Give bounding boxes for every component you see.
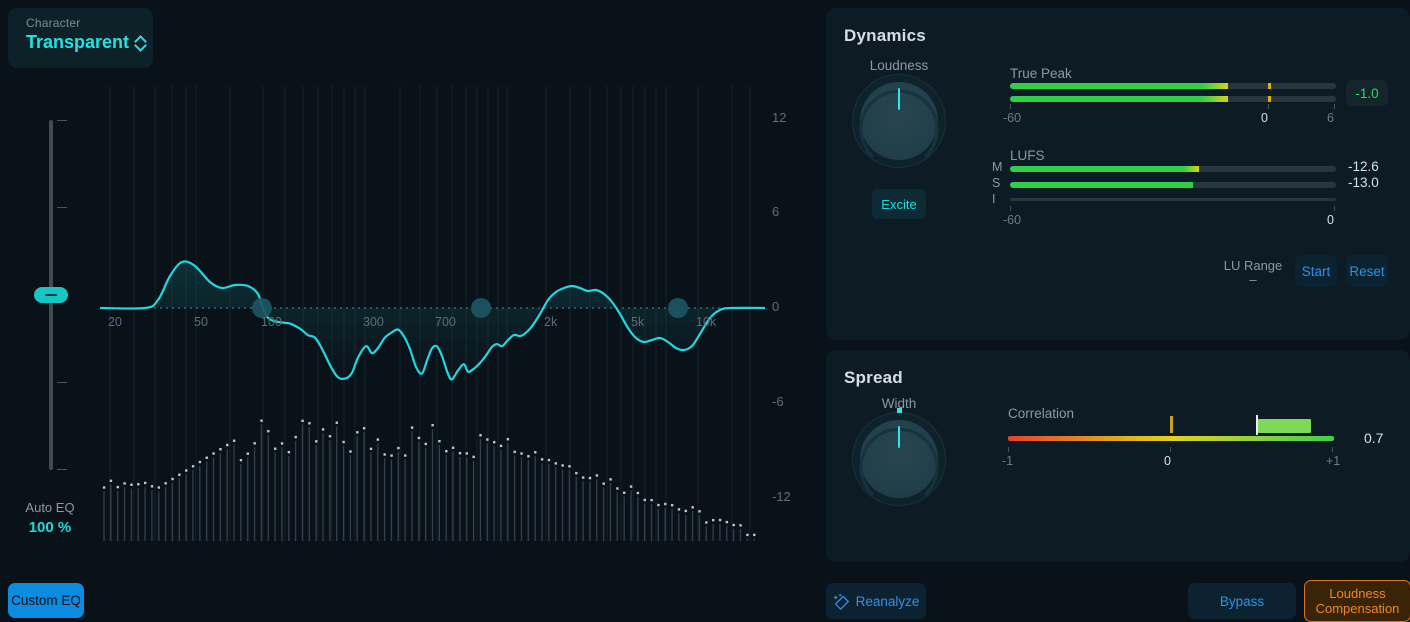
- width-knob-indicator: [898, 426, 900, 448]
- lufs-title: LUFS: [1010, 148, 1045, 163]
- lufs-channel-label: I: [992, 192, 996, 206]
- reanalyze-button[interactable]: Reanalyze: [826, 583, 926, 619]
- loudness-knob[interactable]: [859, 82, 939, 160]
- lufs-value: -12.6: [1348, 159, 1379, 174]
- correlation-bar: [1255, 419, 1312, 433]
- eq-band-handle[interactable]: [668, 298, 688, 318]
- true-peak-bar-fill: [1010, 96, 1229, 102]
- lufs-bar-fill: [1010, 182, 1193, 188]
- eq-graph-svg[interactable]: [100, 86, 765, 541]
- eq-db-tick: 6: [772, 204, 780, 219]
- correlation-title: Correlation: [1008, 406, 1075, 421]
- eq-freq-tick: 700: [435, 315, 456, 329]
- true-peak-bar-fill: [1010, 83, 1229, 89]
- true-peak-peak-marker: [1267, 96, 1271, 102]
- right-column: Dynamics Loudness Excite True Peak -1.0 …: [826, 0, 1410, 622]
- plugin-window: Character Transparent Auto EQ 100 % 20 5…: [0, 0, 1410, 622]
- correlation-scale-tick: [1008, 447, 1009, 452]
- spread-panel: Spread Width Correlation 0.7 -1 0 +1: [826, 350, 1410, 562]
- excite-button[interactable]: Excite: [872, 189, 926, 219]
- eq-freq-tick: 300: [363, 315, 384, 329]
- eq-freq-tick: 10k: [696, 315, 717, 329]
- width-control[interactable]: Width: [839, 396, 959, 498]
- dynamics-title: Dynamics: [844, 26, 926, 45]
- correlation-scale-label: 0: [1164, 454, 1171, 468]
- correlation-scale-tick: [1170, 447, 1171, 452]
- correlation-scale-label: -1: [1002, 454, 1014, 468]
- true-peak-value-badge: -1.0: [1346, 80, 1388, 106]
- lufs-channel-label: S: [992, 176, 1001, 190]
- lu-range-label: LU Range: [1223, 258, 1283, 273]
- loudness-compensation-line2: Compensation: [1315, 601, 1400, 616]
- magic-wand-icon: [833, 593, 849, 610]
- chevron-up-down-icon[interactable]: [135, 35, 146, 50]
- dynamics-panel: Dynamics Loudness Excite True Peak -1.0 …: [826, 8, 1410, 340]
- eq-db-tick: 0: [772, 299, 780, 314]
- correlation-scale-label: +1: [1326, 454, 1341, 468]
- true-peak-scale-tick: [1268, 104, 1269, 109]
- lufs-channel-label: M: [992, 160, 1003, 174]
- eq-freq-tick: 2k: [544, 315, 558, 329]
- loudness-label: Loudness: [869, 58, 929, 73]
- auto-eq-slider[interactable]: [30, 120, 70, 470]
- correlation-scale-tick: [1332, 447, 1333, 452]
- character-value-row[interactable]: Transparent: [26, 32, 153, 53]
- correlation-rail: [1008, 436, 1334, 441]
- loudness-compensation-line1: Loudness: [1329, 586, 1386, 601]
- eq-freq-tick: 50: [194, 315, 208, 329]
- auto-eq-label: Auto EQ: [25, 500, 75, 515]
- lufs-bar-fill: [1010, 166, 1200, 172]
- lufs-scale-tick: [1334, 206, 1335, 211]
- width-knob[interactable]: [859, 408, 939, 498]
- auto-eq-readout: Auto EQ 100 %: [0, 500, 100, 536]
- true-peak-scale-label: -60: [1003, 111, 1022, 125]
- correlation-zero-marker: [1170, 416, 1173, 433]
- true-peak-title: True Peak: [1010, 66, 1072, 81]
- true-peak-scale-tick: [1334, 104, 1335, 109]
- lufs-scale-label: -60: [1003, 213, 1022, 227]
- character-label: Character: [26, 16, 81, 30]
- character-value: Transparent: [26, 32, 130, 52]
- loudness-control[interactable]: Loudness: [839, 58, 959, 160]
- eq-panel: Character Transparent Auto EQ 100 % 20 5…: [0, 0, 818, 622]
- loudness-knob-indicator: [898, 88, 900, 110]
- eq-db-tick: -6: [772, 394, 784, 409]
- correlation-value: 0.7: [1364, 430, 1384, 446]
- lufs-scale-label: 0: [1327, 213, 1334, 227]
- character-selector[interactable]: Character Transparent: [8, 8, 153, 68]
- eq-freq-tick: 5k: [631, 315, 645, 329]
- true-peak-scale-label: 0: [1261, 111, 1268, 125]
- lufs-bar-rail: [1010, 198, 1336, 201]
- loudness-compensation-button[interactable]: Loudness Compensation: [1304, 580, 1410, 622]
- eq-freq-tick: 20: [108, 315, 122, 329]
- eq-db-tick: 12: [772, 110, 787, 125]
- eq-db-tick: -12: [772, 489, 791, 504]
- lu-start-button[interactable]: Start: [1295, 255, 1337, 287]
- true-peak-scale-label: 6: [1327, 111, 1334, 125]
- auto-eq-slider-thumb[interactable]: [34, 287, 68, 303]
- lu-range-value: –: [1249, 272, 1257, 287]
- width-knob-dot: [896, 408, 902, 413]
- lufs-value: -13.0: [1348, 175, 1379, 190]
- custom-eq-button[interactable]: Custom EQ: [8, 583, 84, 618]
- correlation-peak-marker: [1255, 415, 1258, 435]
- bypass-button[interactable]: Bypass: [1188, 583, 1296, 619]
- eq-curve-display[interactable]: 20 50 100 300 700 2k 5k 10k 12 6 0 -6 -12: [100, 86, 791, 541]
- eq-freq-tick: 100: [261, 315, 282, 329]
- lufs-scale-tick: [1010, 206, 1011, 211]
- spread-title: Spread: [844, 368, 903, 387]
- eq-band-handle[interactable]: [471, 298, 491, 318]
- lu-reset-button[interactable]: Reset: [1346, 255, 1388, 287]
- true-peak-peak-marker: [1267, 83, 1271, 89]
- true-peak-scale-tick: [1010, 104, 1011, 109]
- auto-eq-value: 100 %: [28, 519, 72, 536]
- spectrum-analyzer: [102, 419, 756, 541]
- reanalyze-label: Reanalyze: [855, 593, 920, 609]
